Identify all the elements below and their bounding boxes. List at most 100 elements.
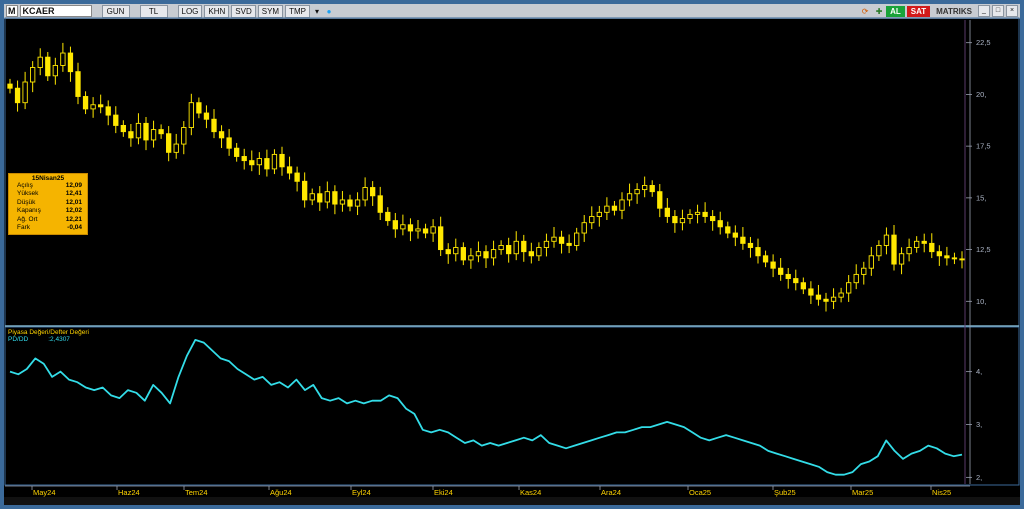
indicator-series — [9, 338, 963, 476]
candle-body — [868, 255, 874, 269]
candle-body — [823, 298, 829, 302]
candle-body — [778, 267, 784, 275]
info-label: Yüksek — [17, 190, 39, 198]
candle-body — [392, 220, 398, 230]
candle-body — [7, 83, 13, 89]
candle-body — [52, 64, 58, 77]
candle-body — [815, 294, 822, 300]
candle-body — [793, 278, 799, 284]
candle-body — [60, 52, 66, 66]
price-tick-label: 22,5 — [976, 38, 991, 47]
candle-body — [234, 147, 240, 157]
candle-body — [785, 273, 791, 280]
candle-body — [838, 292, 844, 298]
info-label: Düşük — [17, 198, 36, 206]
scroll-bar[interactable] — [4, 497, 1020, 505]
info-value: 12,01 — [65, 198, 82, 206]
indicator-tick-label: 2, — [976, 473, 982, 482]
candle-body — [694, 211, 701, 215]
candle-body — [173, 143, 179, 153]
candle-body — [770, 261, 776, 269]
candle-body — [876, 244, 882, 257]
info-label: Ağ. Ort — [17, 215, 38, 223]
candle-body — [347, 199, 353, 207]
candle-body — [740, 236, 746, 244]
candle-body — [30, 67, 36, 83]
candle-body — [853, 273, 859, 284]
candle-body — [619, 199, 625, 211]
candle-body — [445, 249, 451, 255]
indicator-value-row: PD/DD :2,4307 — [8, 336, 89, 343]
x-tick-label: Haz24 — [118, 488, 140, 497]
candle-body — [211, 118, 217, 133]
info-value: 12,02 — [65, 207, 82, 215]
candle-body — [332, 191, 338, 205]
candle-body — [906, 247, 912, 255]
price-tick-label: 20, — [976, 90, 986, 99]
candle-body — [158, 129, 164, 135]
candle-body — [37, 56, 43, 68]
pd-dd-line — [9, 338, 963, 476]
candle-body — [422, 228, 429, 234]
candle-body — [45, 56, 51, 77]
candle-body — [483, 251, 489, 259]
candle-series — [7, 42, 965, 312]
candle-body — [558, 236, 565, 244]
candle-body — [936, 251, 942, 257]
candle-body — [264, 158, 270, 170]
candle-body — [921, 240, 927, 244]
x-tick-label: Tem24 — [185, 488, 208, 497]
indicator-tick-label: 4, — [976, 367, 982, 376]
candle-body — [762, 255, 769, 263]
info-value: 12,21 — [65, 215, 82, 223]
info-label: Kapanış — [17, 207, 41, 215]
indicator-value: :2,4307 — [48, 336, 70, 343]
candle-body — [339, 199, 346, 205]
x-tick-label: Şub25 — [774, 488, 796, 497]
candle-body — [521, 240, 527, 253]
candle-body — [914, 240, 920, 248]
candle-body — [196, 102, 202, 114]
candle-body — [664, 207, 670, 217]
candle-body — [702, 211, 708, 217]
candle-body — [75, 71, 81, 97]
indicator-title: Piyasa Değeri/Defter Değeri — [8, 329, 89, 336]
x-tick-label: Oca25 — [689, 488, 711, 497]
x-tick-label: Eyl24 — [352, 488, 371, 497]
candle-body — [120, 124, 126, 133]
indicator-tick-label: 3, — [976, 420, 982, 429]
chart-canvas[interactable]: 10, 12,5 15, 17,5 20, 22,5 2, 3, 4, May24 Haz24 T… — [0, 0, 1024, 509]
candle-body — [468, 255, 474, 261]
candle-body — [725, 226, 731, 234]
candle-body — [166, 133, 172, 153]
candle-body — [143, 122, 149, 141]
candle-body — [90, 104, 96, 110]
x-tick-label: May24 — [33, 488, 56, 497]
candle-body — [14, 87, 21, 104]
info-value: 12,09 — [65, 182, 82, 189]
candle-body — [188, 102, 194, 128]
candle-body — [498, 244, 504, 251]
price-tick-label: 10, — [976, 297, 986, 306]
candle-body — [377, 195, 383, 213]
candle-body — [256, 158, 262, 166]
candle-body — [732, 232, 738, 238]
candle-body — [672, 216, 678, 224]
candle-body — [286, 166, 293, 174]
x-tick-label: Mar25 — [852, 488, 873, 497]
price-tick-label: 15, — [976, 193, 986, 202]
candle-body — [710, 216, 716, 222]
candle-body — [354, 199, 361, 207]
candle-body — [302, 180, 308, 201]
price-tick-label: 17,5 — [976, 142, 991, 151]
candle-body — [626, 193, 633, 201]
candle-body — [543, 240, 550, 248]
candle-body — [649, 184, 655, 193]
candle-body — [22, 81, 28, 104]
candle-body — [128, 131, 134, 139]
candle-body — [294, 172, 300, 182]
indicator-series-name: PD/DD — [8, 336, 29, 343]
candle-body — [589, 216, 595, 224]
info-row-avg: Ağ. Ort 12,21 — [9, 216, 87, 224]
info-row-open: Açılış 12,09 — [9, 182, 87, 190]
